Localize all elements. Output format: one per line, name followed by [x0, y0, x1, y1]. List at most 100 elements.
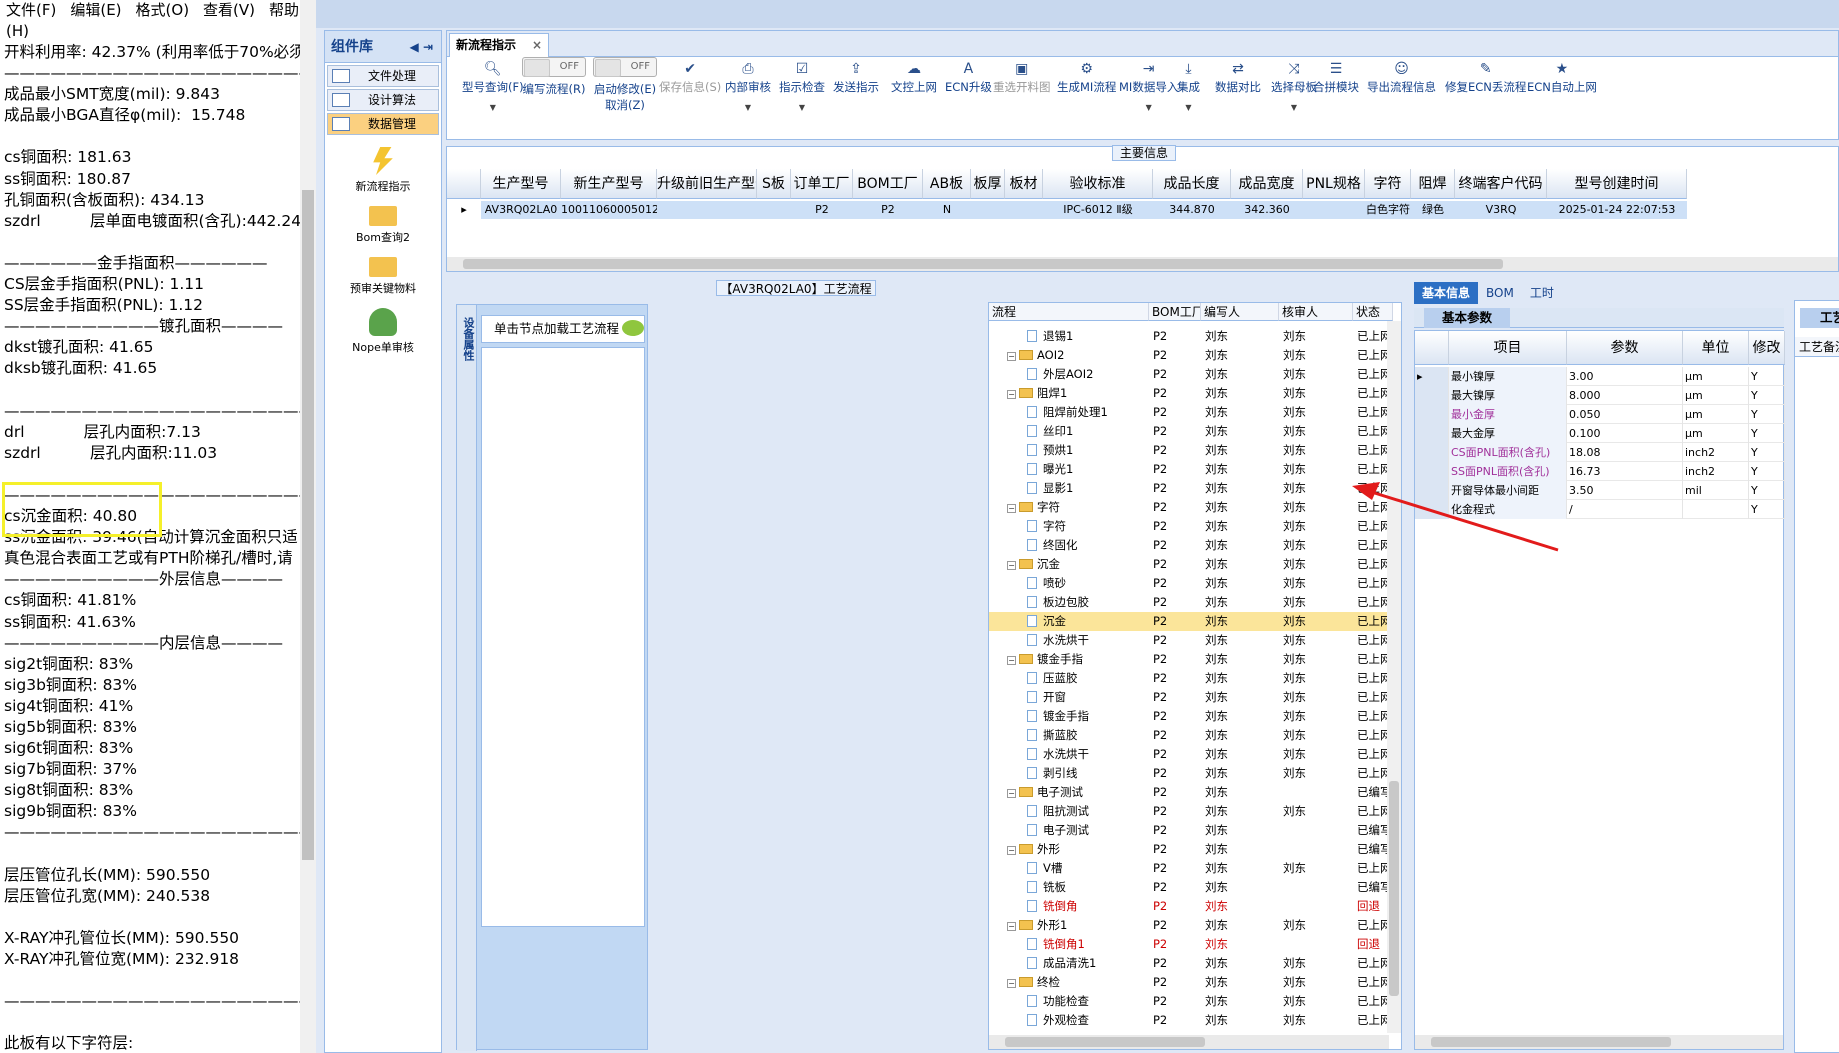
collapse-icon[interactable]: −	[1007, 390, 1016, 399]
tree-row[interactable]: 剥引线 P2 刘东 刘东 已上网	[989, 764, 1392, 783]
sidebar-item[interactable]: 新流程指示	[325, 147, 441, 194]
toolbar-button[interactable]: ☺ 导出流程信息	[1367, 61, 1436, 95]
column-header[interactable]: 订单工厂	[791, 169, 853, 199]
toolbar-button[interactable]: ⤓ 集成 ▼	[1177, 61, 1200, 112]
toolbar-button[interactable]: ▣ 重选开料图	[993, 61, 1051, 95]
collapse-icon[interactable]: −	[1007, 922, 1016, 931]
column-header[interactable]: 工艺备注	[1799, 337, 1839, 357]
tree-row[interactable]: V槽 P2 刘东 刘东 已上网	[989, 859, 1392, 878]
param-row[interactable]: CS面PNL面积(含孔) 18.08 inch2 Y	[1415, 443, 1785, 462]
tab-basic-info[interactable]: 基本信息	[1414, 282, 1479, 304]
toolbar-button[interactable]: ⇪ 发送指示	[833, 61, 879, 95]
param-row[interactable]: ▸ 最小镍厚 3.00 μm Y	[1415, 367, 1785, 386]
tree-row[interactable]: 终固化 P2 刘东 刘东 已上网	[989, 536, 1392, 555]
tab-bom[interactable]: BOM	[1478, 282, 1522, 304]
notepad-text-area[interactable]: 开料利用率: 42.37% (利用率低于70%必须 ———————————————…	[4, 42, 300, 1053]
main-info-hscroll-thumb[interactable]	[463, 259, 1503, 269]
tree-row[interactable]: 显影1 P2 刘东 刘东 已上网	[989, 479, 1392, 498]
param-row[interactable]: 开窗导体最小间距 3.50 mil Y	[1415, 481, 1785, 500]
tab-process-remarks[interactable]: 工艺备注	[1800, 308, 1839, 328]
tree-row[interactable]: 铣板 P2 刘东 已编写	[989, 878, 1392, 897]
collapse-icon[interactable]: −	[1007, 979, 1016, 988]
tree-row[interactable]: 喷砂 P2 刘东 刘东 已上网	[989, 574, 1392, 593]
collapse-icon[interactable]: −	[1007, 352, 1016, 361]
notepad-scrollbar[interactable]	[300, 0, 316, 1053]
column-header[interactable]: BOM工厂	[1149, 303, 1201, 321]
tree-row[interactable]: − 外形 P2 刘东 已编写	[989, 840, 1392, 859]
toolbar-button[interactable]: ⤨ 选择母板 ▼	[1271, 61, 1317, 112]
column-header[interactable]: S板	[757, 169, 791, 199]
toolbar-button[interactable]: OFF 编写流程(R)	[522, 57, 586, 97]
column-header[interactable]: 板厚	[971, 169, 1005, 199]
param-row[interactable]: 最大镍厚 8.000 μm Y	[1415, 386, 1785, 405]
column-header[interactable]: 成品长度	[1153, 169, 1231, 199]
collapse-icon[interactable]: −	[1007, 561, 1016, 570]
collapse-icon[interactable]: −	[1007, 504, 1016, 513]
tree-row[interactable]: 铣倒角 P2 刘东 回退	[989, 897, 1389, 916]
toolbar-button[interactable]: 🔍︎ 型号查询(F) ▼	[462, 61, 524, 112]
dropdown-icon[interactable]: ▼	[1119, 103, 1178, 112]
tree-row[interactable]: 退锡1 P2 刘东 刘东 已上网	[989, 327, 1392, 346]
node-hint-box[interactable]: 单击节点加载工艺流程	[481, 315, 645, 343]
tree-row[interactable]: − 字符 P2 刘东 刘东 已上网	[989, 498, 1392, 517]
tree-row[interactable]: − 终检 P2 刘东 刘东 已上网	[989, 973, 1392, 992]
dropdown-icon[interactable]: ▼	[1177, 103, 1200, 112]
tree-row[interactable]: 开窗 P2 刘东 刘东 已上网	[989, 688, 1392, 707]
param-value[interactable]: 16.73	[1567, 462, 1683, 481]
column-header[interactable]: 流程	[989, 303, 1149, 321]
dropdown-icon[interactable]: ▼	[1271, 103, 1317, 112]
column-header[interactable]: 状态	[1353, 303, 1393, 321]
sidebar-tab[interactable]: 数据管理	[327, 113, 439, 135]
tree-row[interactable]: − 外形1 P2 刘东 刘东 已上网	[989, 916, 1392, 935]
tree-row[interactable]: 压蓝胶 P2 刘东 刘东 已上网	[989, 669, 1392, 688]
param-value[interactable]: 18.08	[1567, 443, 1683, 462]
tab-new-flow[interactable]: 新流程指示 ×	[449, 33, 549, 57]
tree-row[interactable]: 阻焊前处理1 P2 刘东 刘东 已上网	[989, 403, 1392, 422]
tree-vscroll-thumb[interactable]	[1389, 781, 1399, 996]
toolbar-button[interactable]: ⇄ 数据对比	[1215, 61, 1261, 95]
tree-row[interactable]: − 电子测试 P2 刘东 已编写	[989, 783, 1392, 802]
param-value[interactable]: /	[1567, 500, 1683, 519]
column-header[interactable]: 型号创建时间	[1547, 169, 1687, 199]
collapse-icon[interactable]: −	[1007, 656, 1016, 665]
column-header[interactable]: 核审人	[1279, 303, 1353, 321]
close-icon[interactable]: ×	[532, 34, 542, 56]
tree-row[interactable]: 沉金 P2 刘东 刘东 已上网	[989, 612, 1392, 631]
tree-row[interactable]: 成品清洗1 P2 刘东 刘东 已上网	[989, 954, 1392, 973]
tree-row[interactable]: − AOI2 P2 刘东 刘东 已上网	[989, 346, 1392, 365]
tree-row[interactable]: 字符 P2 刘东 刘东 已上网	[989, 517, 1392, 536]
toggle-switch[interactable]: OFF	[593, 57, 657, 77]
tree-row[interactable]: − 阻焊1 P2 刘东 刘东 已上网	[989, 384, 1392, 403]
sidebar-item[interactable]: Nope单审核	[325, 308, 441, 355]
toolbar-button[interactable]: A ECN升级	[945, 61, 992, 95]
column-header[interactable]: 新生产型号	[561, 169, 657, 199]
param-value[interactable]: 8.000	[1567, 386, 1683, 405]
basic-params-hscroll-thumb[interactable]	[1431, 1037, 1671, 1047]
column-header[interactable]: 验收标准	[1043, 169, 1153, 199]
collapse-icon[interactable]: −	[1007, 846, 1016, 855]
toggle-switch[interactable]: OFF	[522, 57, 586, 77]
dropdown-icon[interactable]: ▼	[779, 103, 825, 112]
sidebar-item[interactable]: 预审关键物料	[325, 257, 441, 296]
toolbar-button[interactable]: ✎ 修复ECN丢流程	[1445, 61, 1526, 95]
sidebar-item[interactable]: Bom查询2	[325, 206, 441, 245]
toolbar-button[interactable]: ☁ 文控上网	[891, 61, 937, 95]
tree-row[interactable]: 丝印1 P2 刘东 刘东 已上网	[989, 422, 1392, 441]
collapse-icon[interactable]: −	[1007, 789, 1016, 798]
toolbar-button[interactable]: ★ ECN自动上网	[1527, 61, 1597, 95]
tree-row[interactable]: 预烘1 P2 刘东 刘东 已上网	[989, 441, 1392, 460]
column-header[interactable]: 升级前旧生产型号	[657, 169, 757, 199]
menu-item[interactable]: 文件(F)	[6, 1, 56, 19]
dropdown-icon[interactable]: ▼	[462, 103, 524, 112]
column-header[interactable]: 项目	[1449, 331, 1567, 365]
tree-hscroll-thumb[interactable]	[1005, 1037, 1205, 1047]
param-row[interactable]: 最小金厚 0.050 μm Y	[1415, 405, 1785, 424]
param-value[interactable]: 3.50	[1567, 481, 1683, 500]
tree-vscroll[interactable]	[1387, 321, 1401, 1033]
tree-row[interactable]: − 沉金 P2 刘东 刘东 已上网	[989, 555, 1392, 574]
toolbar-button[interactable]: ⚙ 生成MI流程	[1057, 61, 1116, 95]
menu-item[interactable]: 格式(O)	[136, 1, 190, 19]
column-header[interactable]: PNL规格	[1303, 169, 1365, 199]
toolbar-button[interactable]: OFF 启动修改(E) 取消(Z)	[593, 57, 657, 113]
column-header[interactable]: 字符	[1365, 169, 1411, 199]
